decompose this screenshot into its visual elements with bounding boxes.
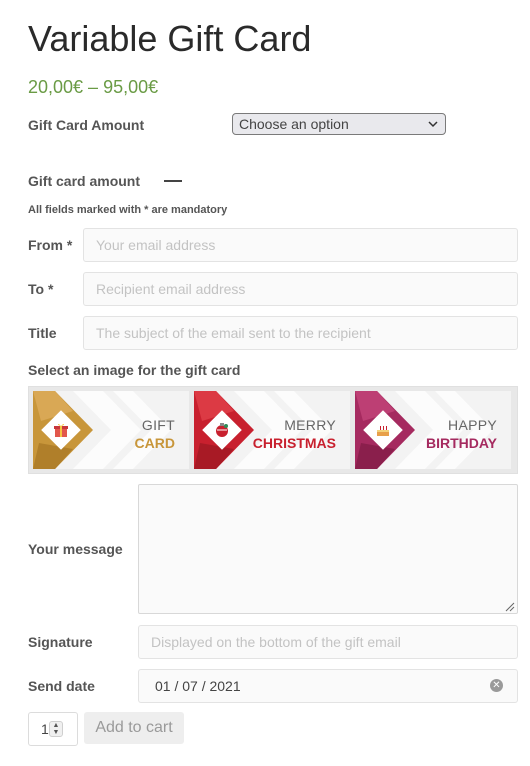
- cake-icon: [375, 422, 391, 438]
- design-merry-christmas[interactable]: MERRY CHRISTMAS: [194, 391, 350, 469]
- gift-card-amount-select[interactable]: Choose an option: [232, 113, 446, 135]
- clear-date-icon[interactable]: ✕: [490, 679, 503, 692]
- to-label: To *: [28, 281, 54, 297]
- gift-card-amount-label: Gift Card Amount: [28, 117, 145, 133]
- gift-card-amount-section-label: Gift card amount: [28, 173, 141, 189]
- quantity-value: 1: [41, 721, 49, 737]
- design-line2: CHRISTMAS: [252, 435, 336, 451]
- amount-dash: [164, 180, 182, 182]
- design-gift-card[interactable]: GIFT CARD: [33, 391, 189, 469]
- title-label: Title: [28, 325, 57, 341]
- add-to-cart-button[interactable]: Add to cart: [84, 712, 184, 744]
- mandatory-note: All fields marked with * are mandatory: [28, 204, 228, 216]
- image-select-label: Select an image for the gift card: [28, 362, 241, 378]
- design-line2: BIRTHDAY: [425, 435, 497, 451]
- design-line2: CARD: [134, 435, 175, 451]
- send-date-value: 01 / 07 / 2021: [155, 678, 241, 694]
- from-label: From *: [28, 237, 73, 253]
- gift-icon: [53, 422, 69, 438]
- signature-field[interactable]: Displayed on the bottom of the gift emai…: [138, 625, 518, 659]
- signature-label: Signature: [28, 634, 93, 650]
- from-email-field[interactable]: Your email address: [83, 228, 518, 262]
- design-line1: HAPPY: [448, 417, 497, 433]
- message-textarea[interactable]: [138, 484, 518, 614]
- design-line1: GIFT: [141, 417, 175, 433]
- design-happy-birthday[interactable]: HAPPY BIRTHDAY: [355, 391, 511, 469]
- quantity-stepper[interactable]: 1 ▲ ▼: [28, 712, 78, 746]
- select-value: Choose an option: [239, 116, 349, 132]
- resize-handle-icon[interactable]: [503, 599, 515, 612]
- design-line1: MERRY: [284, 417, 336, 433]
- gift-card-design-picker: GIFT CARD MERRY CHRISTMAS HAPPY BIRTHDAY: [28, 386, 518, 474]
- to-email-field[interactable]: Recipient email address: [83, 272, 518, 306]
- title-field[interactable]: The subject of the email sent to the rec…: [83, 316, 518, 350]
- message-label: Your message: [28, 541, 123, 557]
- ornament-icon: [214, 422, 230, 438]
- chevron-down-icon: [428, 115, 438, 136]
- spinner-arrows-icon[interactable]: ▲ ▼: [49, 721, 63, 737]
- product-title: Variable Gift Card: [28, 18, 312, 59]
- price-range: 20,00€ – 95,00€: [28, 77, 159, 97]
- send-date-label: Send date: [28, 678, 95, 694]
- send-date-field[interactable]: 01 / 07 / 2021 ✕: [138, 669, 518, 703]
